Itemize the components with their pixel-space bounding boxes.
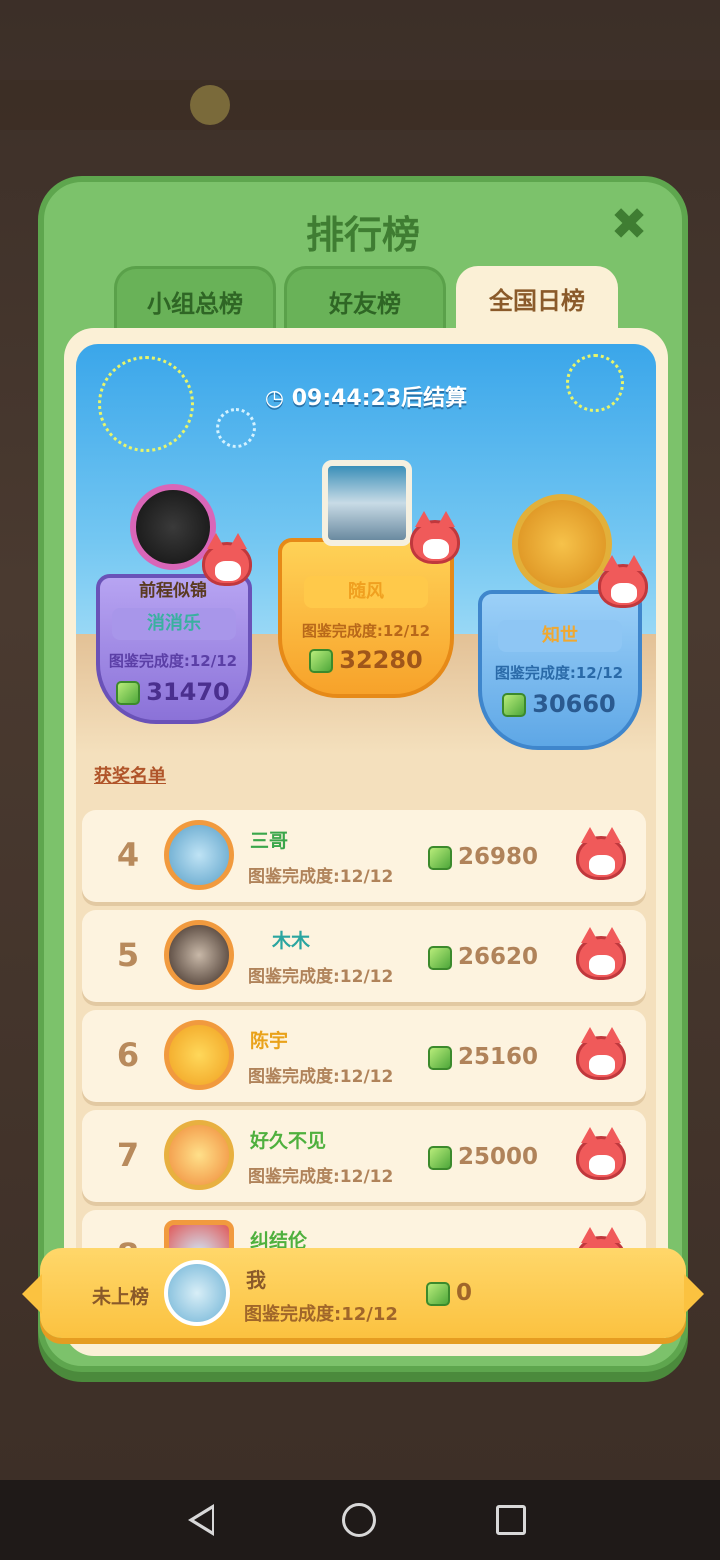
player-name: 陈宇: [250, 1030, 289, 1052]
gem-icon: [428, 1145, 452, 1170]
clock-icon: ◷: [264, 386, 285, 411]
first-place-avatar: [322, 460, 412, 546]
background-top-bar: [0, 80, 720, 130]
rank-number: 6: [116, 1036, 140, 1074]
ranking-row[interactable]: 7 好久不见 图鉴完成度:12/12 25000: [82, 1110, 646, 1202]
score: 25160: [428, 1044, 538, 1070]
fox-icon: [410, 511, 460, 564]
tab-friends[interactable]: 好友榜: [284, 266, 446, 336]
close-icon[interactable]: ✖: [606, 202, 652, 248]
gem-icon: [428, 1045, 452, 1070]
fox-icon: [598, 555, 648, 608]
rank-number: 5: [116, 936, 140, 974]
ranking-row[interactable]: 6 陈宇 图鉴完成度:12/12 25160: [82, 1010, 646, 1102]
leaderboard-content[interactable]: ◷ 09:44:23后结算 前程似锦 消消乐 图鉴完成度:12/12 31470…: [76, 344, 656, 1344]
first-place-name: 随风: [304, 576, 428, 608]
gem-icon: [428, 845, 452, 870]
settlement-timer: ◷ 09:44:23后结算: [264, 386, 468, 411]
winners-list-link[interactable]: 获奖名单: [94, 762, 166, 788]
tab-national-daily[interactable]: 全国日榜: [456, 266, 618, 336]
gem-icon: [428, 945, 452, 970]
collection-progress: 图鉴完成度:12/12: [248, 1167, 394, 1187]
my-avatar: [164, 1260, 230, 1326]
tab-bar: 小组总榜 好友榜 全国日榜: [114, 266, 624, 336]
fox-icon: [576, 1027, 626, 1080]
score: 25000: [428, 1144, 538, 1170]
modal-title: 排行榜: [305, 213, 420, 257]
gem-icon: [116, 681, 141, 705]
ranking-row[interactable]: 5 木木 图鉴完成度:12/12 26620: [82, 910, 646, 1002]
third-place-name: 知世: [498, 620, 622, 652]
player-name: 木木: [272, 930, 311, 952]
gem-icon: [309, 649, 334, 673]
collection-progress: 图鉴完成度:12/12: [248, 967, 394, 987]
leaderboard-panel: ◷ 09:44:23后结算 前程似锦 消消乐 图鉴完成度:12/12 31470…: [64, 328, 668, 1356]
leaderboard-modal: 排行榜 ✖ 小组总榜 好友榜 全国日榜 ◷ 09:44:23后结算 前程似锦 消…: [38, 176, 688, 1372]
score: 26980: [428, 844, 538, 870]
third-place-score: 30660: [474, 690, 644, 718]
player-name: 好久不见: [250, 1130, 327, 1152]
back-icon-inner: [194, 1509, 212, 1531]
avatar: [164, 920, 234, 990]
first-place-progress: 图鉴完成度:12/12: [301, 622, 431, 640]
coin-icon: [190, 85, 230, 125]
gem-icon: [426, 1281, 450, 1306]
tab-group-total[interactable]: 小组总榜: [114, 266, 276, 336]
second-place-progress: 图鉴完成度:12/12: [108, 652, 238, 670]
podium-second[interactable]: 前程似锦 消消乐 图鉴完成度:12/12 31470: [90, 484, 256, 744]
ranking-row[interactable]: 4 三哥 图鉴完成度:12/12 26980: [82, 810, 646, 902]
fox-icon: [576, 1127, 626, 1180]
second-place-score: 31470: [90, 678, 256, 706]
fox-icon: [576, 827, 626, 880]
rank-number: 7: [116, 1136, 140, 1174]
not-ranked-label: 未上榜: [92, 1286, 150, 1308]
player-name: 三哥: [250, 830, 289, 852]
my-collection-progress: 图鉴完成度:12/12: [244, 1304, 398, 1325]
third-place-progress: 图鉴完成度:12/12: [494, 664, 624, 682]
first-place-score: 32280: [274, 646, 458, 674]
podium-first[interactable]: 随风 图鉴完成度:12/12 32280: [274, 454, 460, 714]
second-place-name: 消消乐: [112, 608, 236, 640]
recents-icon[interactable]: [496, 1505, 526, 1535]
score: 26620: [428, 944, 538, 970]
home-icon[interactable]: [342, 1503, 376, 1537]
system-navigation-bar: [0, 1480, 720, 1560]
third-place-avatar: [512, 494, 612, 594]
my-rank-bar[interactable]: 未上榜 我 图鉴完成度:12/12 0: [22, 1248, 704, 1338]
collection-progress: 图鉴完成度:12/12: [248, 867, 394, 887]
collection-progress: 图鉴完成度:12/12: [248, 1067, 394, 1087]
gem-icon: [502, 693, 527, 717]
avatar: [164, 1020, 234, 1090]
rank-number: 4: [116, 836, 140, 874]
fox-icon: [576, 927, 626, 980]
fox-icon: [202, 533, 252, 586]
firework-decoration: [216, 408, 256, 448]
avatar: [164, 1120, 234, 1190]
avatar: [164, 820, 234, 890]
podium-third[interactable]: 知世 图鉴完成度:12/12 30660: [474, 494, 648, 764]
my-score: 0: [426, 1280, 472, 1306]
my-name: 我: [246, 1268, 266, 1292]
